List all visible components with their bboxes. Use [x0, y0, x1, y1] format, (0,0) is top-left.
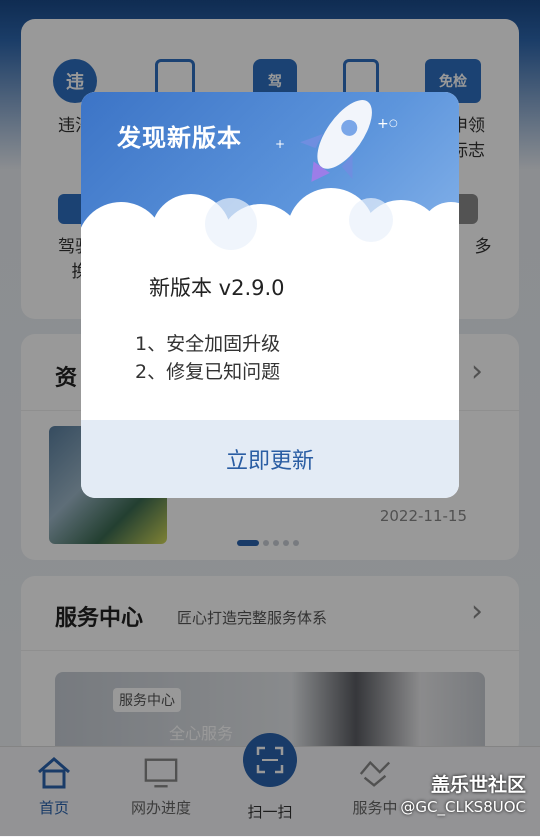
svg-text:+: +: [275, 137, 285, 151]
release-notes: 1、安全加固升级 2、修复已知问题: [135, 330, 280, 386]
release-note: 1、安全加固升级: [135, 333, 281, 355]
update-dialog: 发现新版本 + ○ + 新版本 v2.9.0 1、安全加固升级 2、修复已知问题…: [81, 92, 459, 498]
svg-text:○: ○: [389, 118, 398, 129]
dialog-title: 发现新版本: [117, 124, 242, 152]
watermark-handle: @GC_CLKS8UOC: [400, 798, 526, 816]
release-note: 2、修复已知问题: [135, 361, 281, 383]
dialog-header: 发现新版本 + ○ +: [81, 92, 459, 286]
update-now-button[interactable]: 立即更新: [81, 420, 459, 498]
version-text: 新版本 v2.9.0: [149, 276, 285, 300]
svg-text:+: +: [377, 116, 389, 132]
watermark-title: 盖乐世社区: [430, 774, 526, 796]
cloud-decoration: [81, 188, 459, 286]
